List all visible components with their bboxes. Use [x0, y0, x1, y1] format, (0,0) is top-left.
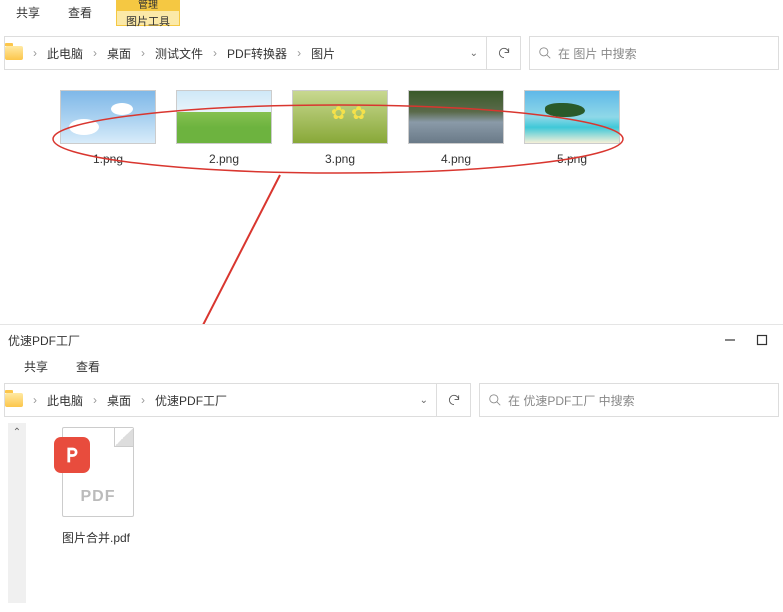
file-item[interactable]: PDF 图片合并.pdf: [46, 423, 146, 603]
title-bar: 优速PDF工厂: [0, 325, 783, 355]
minimize-button[interactable]: [723, 333, 737, 347]
file-label: 4.png: [441, 152, 471, 166]
crumb-desktop[interactable]: 桌面: [105, 45, 133, 62]
file-label: 3.png: [325, 152, 355, 166]
chevron-right-icon[interactable]: ›: [209, 46, 221, 60]
chevron-right-icon[interactable]: ›: [89, 393, 101, 407]
explorer-window-top: 共享 查看 管理 图片工具 › 此电脑 › 桌面 › 测试文件 › PDF转换器…: [0, 0, 783, 300]
thumbnail-row: 1.png 2.png 3.png 4.png 5.png: [0, 90, 783, 166]
file-pane-bottom[interactable]: ⌃ PDF 图片合并.pdf: [0, 417, 783, 603]
contextual-tab-sublabel: 图片工具: [126, 11, 170, 29]
address-dropdown-icon[interactable]: ⌄: [412, 395, 436, 406]
address-dropdown-icon[interactable]: ⌄: [462, 48, 486, 59]
thumbnail-image: [176, 90, 272, 144]
contextual-tab-label: 管理: [117, 1, 179, 11]
tab-view[interactable]: 查看: [54, 0, 106, 25]
window-title: 优速PDF工厂: [8, 332, 80, 349]
ribbon-tabstrip: 共享 查看 管理 图片工具: [0, 0, 783, 26]
search-input[interactable]: 在 图片 中搜索: [529, 36, 779, 70]
file-item[interactable]: 2.png: [176, 90, 272, 166]
file-pane-top[interactable]: 1.png 2.png 3.png 4.png 5.png: [0, 70, 783, 166]
thumbnail-image: [408, 90, 504, 144]
crumb-this-pc[interactable]: 此电脑: [45, 392, 85, 409]
file-ext-label: PDF: [63, 488, 133, 506]
address-bar[interactable]: › 此电脑 › 桌面 › 测试文件 › PDF转换器 › 图片 ⌄: [4, 36, 521, 70]
refresh-icon: [497, 46, 511, 60]
chevron-right-icon[interactable]: ›: [137, 46, 149, 60]
file-label: 图片合并.pdf: [46, 529, 146, 546]
chevron-right-icon[interactable]: ›: [137, 393, 149, 407]
contextual-tab-picture-tools[interactable]: 管理 图片工具: [116, 0, 180, 26]
chevron-right-icon[interactable]: ›: [89, 46, 101, 60]
pdf-file-icon: PDF: [54, 423, 138, 523]
tab-share[interactable]: 共享: [2, 0, 54, 25]
file-label: 2.png: [209, 152, 239, 166]
thumbnail-image: [292, 90, 388, 144]
folder-icon: [5, 46, 23, 60]
refresh-button[interactable]: [436, 384, 470, 416]
pdf-badge-icon: [54, 437, 90, 473]
scroll-up-icon[interactable]: ⌃: [13, 427, 21, 603]
file-item[interactable]: 5.png: [524, 90, 620, 166]
file-item[interactable]: 1.png: [60, 90, 156, 166]
search-placeholder: 在 图片 中搜索: [558, 45, 637, 62]
chevron-right-icon[interactable]: ›: [293, 46, 305, 60]
file-item[interactable]: 4.png: [408, 90, 504, 166]
thumbnail-image: [524, 90, 620, 144]
tab-view[interactable]: 查看: [62, 354, 114, 379]
file-item[interactable]: 3.png: [292, 90, 388, 166]
search-input[interactable]: 在 优速PDF工厂 中搜索: [479, 383, 779, 417]
search-icon: [488, 393, 502, 407]
crumb-pictures[interactable]: 图片: [309, 45, 337, 62]
chevron-right-icon[interactable]: ›: [29, 393, 41, 407]
search-icon: [538, 46, 552, 60]
breadcrumb[interactable]: › 此电脑 › 桌面 › 优速PDF工厂: [23, 384, 412, 416]
crumb-folder[interactable]: 优速PDF工厂: [153, 392, 229, 409]
search-placeholder: 在 优速PDF工厂 中搜索: [508, 392, 635, 409]
file-label: 1.png: [93, 152, 123, 166]
vertical-scrollbar[interactable]: ⌃: [8, 423, 26, 603]
refresh-icon: [447, 393, 461, 407]
explorer-window-bottom: 优速PDF工厂 共享 查看 › 此电脑 › 桌面 › 优速PDF工厂 ⌄: [0, 324, 783, 612]
breadcrumb[interactable]: › 此电脑 › 桌面 › 测试文件 › PDF转换器 › 图片: [23, 37, 462, 69]
maximize-button[interactable]: [755, 333, 769, 347]
crumb-this-pc[interactable]: 此电脑: [45, 45, 85, 62]
crumb-desktop[interactable]: 桌面: [105, 392, 133, 409]
crumb-testfiles[interactable]: 测试文件: [153, 45, 205, 62]
folder-icon: [5, 393, 23, 407]
tab-share[interactable]: 共享: [10, 354, 62, 379]
crumb-pdfconv[interactable]: PDF转换器: [225, 45, 289, 62]
address-bar[interactable]: › 此电脑 › 桌面 › 优速PDF工厂 ⌄: [4, 383, 471, 417]
thumbnail-image: [60, 90, 156, 144]
refresh-button[interactable]: [486, 37, 520, 69]
ribbon-tabstrip: 共享 查看: [0, 355, 783, 379]
file-label: 5.png: [557, 152, 587, 166]
chevron-right-icon[interactable]: ›: [29, 46, 41, 60]
